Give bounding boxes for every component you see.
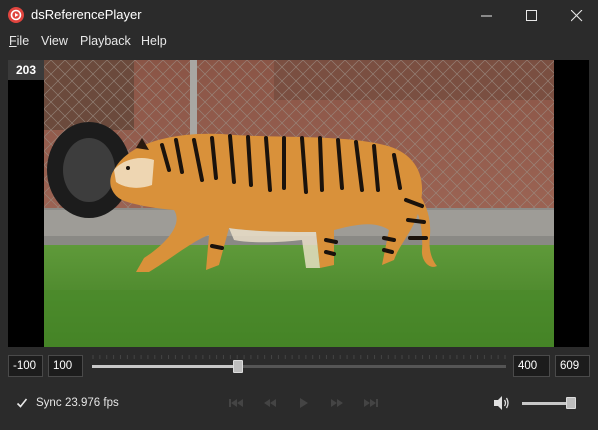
skip-to-start-icon — [229, 399, 243, 407]
control-panel: -100 100 400 609 Sync 23.976 fps — [0, 352, 598, 430]
seek-ticks — [92, 355, 506, 359]
video-frame-image — [44, 60, 554, 347]
checkmark-icon — [16, 398, 28, 408]
range-start-field[interactable]: 100 — [48, 355, 83, 377]
step-back-button[interactable] — [261, 395, 279, 411]
skip-to-start-button[interactable] — [227, 395, 245, 411]
menu-view[interactable]: View — [41, 34, 68, 48]
range-min-field[interactable]: -100 — [8, 355, 43, 377]
range-max-field[interactable]: 609 — [555, 355, 590, 377]
sync-label: Sync — [36, 397, 62, 409]
menu-playback[interactable]: Playback — [80, 34, 131, 48]
app-logo-icon — [8, 7, 24, 23]
play-icon — [300, 398, 308, 408]
menu-bar: File View Playback Help — [0, 30, 598, 52]
volume-fill — [522, 402, 571, 405]
video-viewport[interactable]: 203 — [8, 60, 589, 347]
minimize-button[interactable] — [463, 0, 509, 30]
menu-file[interactable]: File — [9, 34, 29, 48]
play-button[interactable] — [295, 395, 313, 411]
window-title: dsReferencePlayer — [31, 7, 142, 22]
range-end-field[interactable]: 400 — [513, 355, 550, 377]
volume-slider[interactable] — [522, 396, 578, 410]
step-back-icon — [264, 399, 276, 407]
volume-handle[interactable] — [566, 397, 576, 409]
maximize-button[interactable] — [508, 0, 554, 30]
seek-handle[interactable] — [233, 360, 243, 373]
title-bar: dsReferencePlayer — [0, 0, 598, 30]
skip-to-end-icon — [364, 399, 378, 407]
seek-slider[interactable] — [92, 355, 506, 377]
close-button[interactable] — [553, 0, 598, 30]
speaker-icon[interactable] — [492, 394, 512, 412]
menu-file-rest: ile — [16, 34, 30, 48]
step-forward-button[interactable] — [328, 395, 346, 411]
fps-label: 23.976 fps — [65, 397, 119, 409]
menu-help[interactable]: Help — [141, 34, 167, 48]
seek-fill — [92, 365, 238, 368]
frame-counter: 203 — [8, 60, 44, 80]
menu-file-mnemonic: F — [9, 34, 17, 48]
sync-checkbox[interactable] — [15, 396, 29, 410]
step-forward-icon — [331, 399, 343, 407]
skip-to-end-button[interactable] — [362, 395, 380, 411]
